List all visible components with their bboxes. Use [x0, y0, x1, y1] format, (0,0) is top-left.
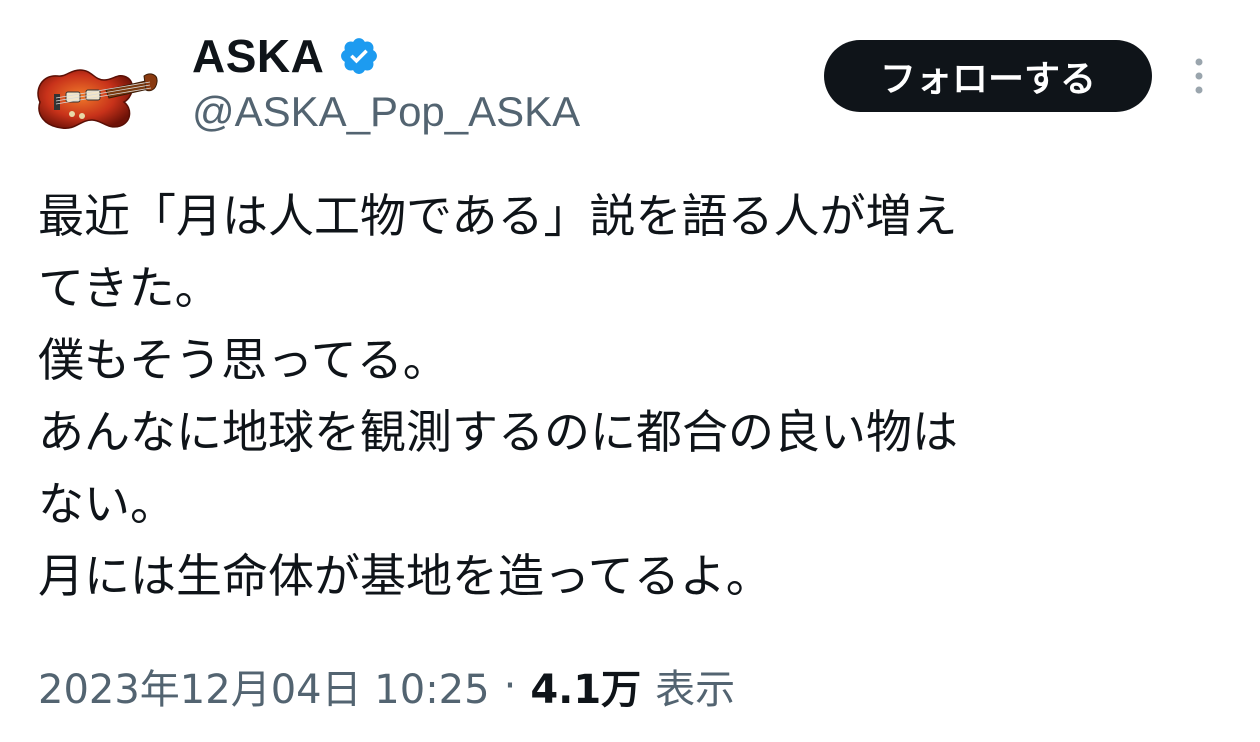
- author-name-row: ASKA: [192, 28, 380, 84]
- vertical-ellipsis-icon[interactable]: [1184, 54, 1214, 98]
- tweet-text-line: 月には生命体が基地を造ってるよ。: [38, 549, 772, 603]
- tweet-card: ASKA @ASKA_Pop_ASKA フォローする 最近「月は人工物である」説…: [0, 0, 1260, 742]
- avatar[interactable]: [32, 50, 158, 132]
- views-label: 表示: [655, 667, 736, 713]
- meta-separator: ·: [503, 663, 517, 709]
- tweet-text: 最近「月は人工物である」説を語る人が増え てきた。 僕もそう思ってる。 あんなに…: [38, 180, 1228, 612]
- tweet-text-line: てきた。: [38, 261, 221, 315]
- verified-badge-icon: [338, 35, 380, 77]
- tweet-meta: 2023年12月04日 10:25 · 4.1万 表示: [38, 658, 735, 714]
- tweet-text-line: あんなに地球を観測するのに都合の良い物は: [38, 405, 958, 459]
- violin-bass-avatar-icon: [37, 69, 158, 129]
- tweet-timestamp[interactable]: 2023年12月04日 10:25: [38, 657, 490, 715]
- follow-button[interactable]: フォローする: [824, 40, 1152, 112]
- tweet-text-line: ない。: [38, 477, 176, 531]
- tweet-text-line: 僕もそう思ってる。: [38, 333, 449, 387]
- author-handle[interactable]: @ASKA_Pop_ASKA: [192, 88, 580, 136]
- views-count: 4.1万: [530, 667, 642, 713]
- author-display-name[interactable]: ASKA: [192, 29, 324, 83]
- tweet-text-line: 最近「月は人工物である」説を語る人が増え: [38, 189, 958, 243]
